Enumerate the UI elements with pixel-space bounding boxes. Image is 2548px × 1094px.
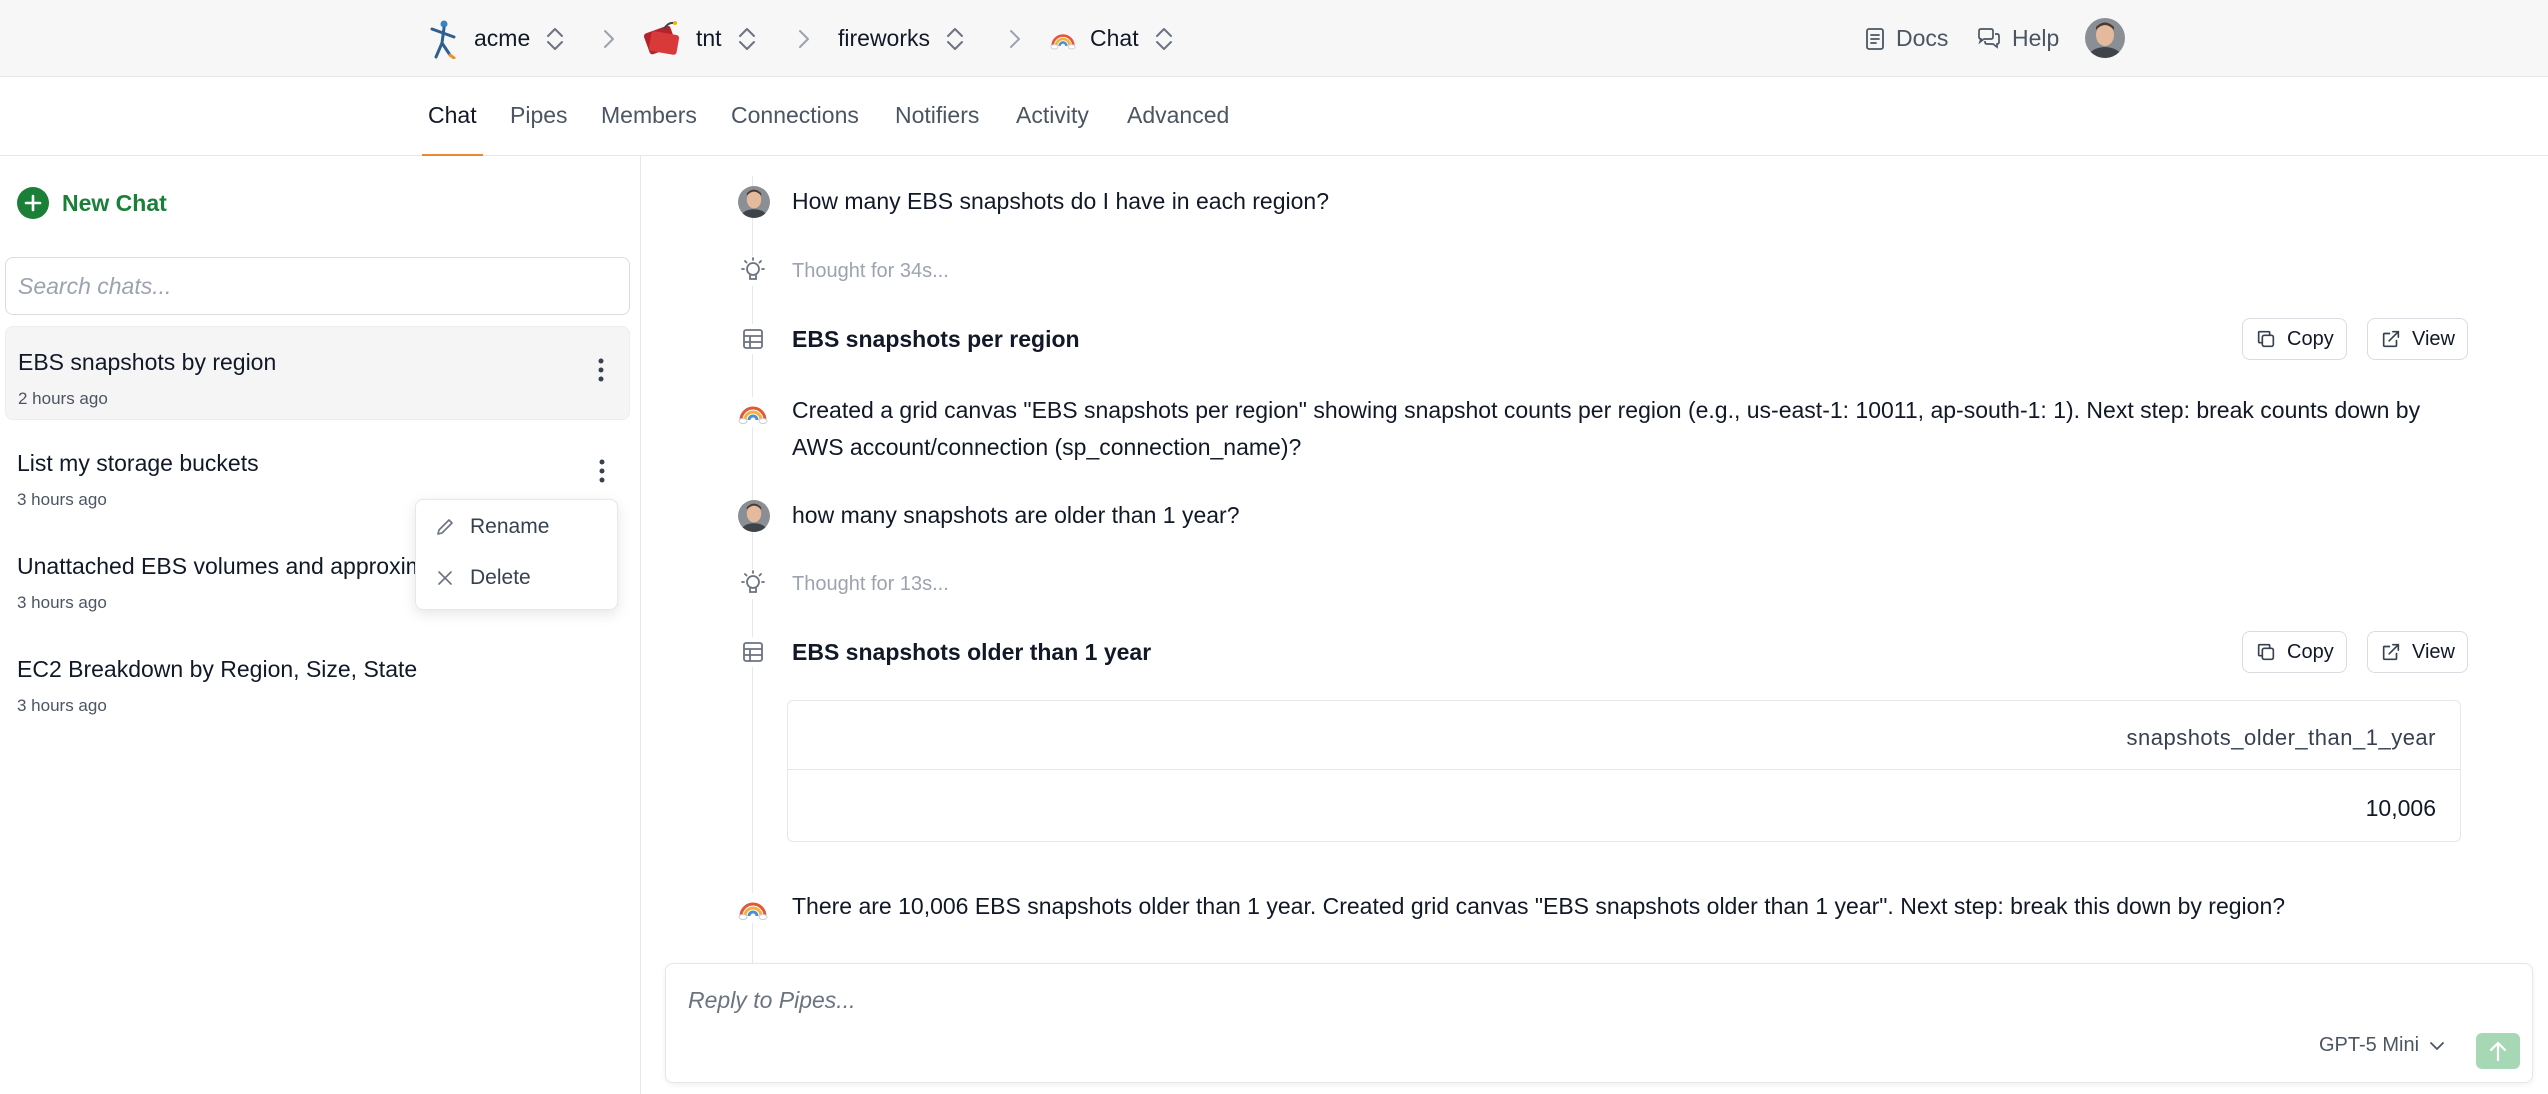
chat-timestamp: 3 hours ago [17,490,107,509]
plus-circle-icon [17,187,49,219]
chat-bubbles-icon [1978,27,2000,49]
help-label: Help [2012,25,2060,51]
new-chat-button[interactable]: New Chat [16,186,167,220]
chevron-right-icon [1000,24,1030,54]
chevron-right-icon [789,24,819,54]
view-button[interactable]: View [2367,631,2468,673]
chevron-up-down-icon[interactable] [736,26,758,52]
user-avatar[interactable] [2085,18,2125,58]
send-button[interactable] [2476,1033,2520,1069]
rainbow-icon [738,893,768,923]
copy-icon [2255,328,2277,350]
table-column-header[interactable]: snapshots_older_than_1_year [2126,725,2436,751]
table-icon [738,324,768,354]
delete-label: Delete [470,566,531,589]
copy-button[interactable]: Copy [2242,318,2347,360]
reply-box: GPT-5 Mini [665,963,2533,1083]
top-bar: acme tnt fireworks Chat Docs Help [0,0,2548,77]
copy-label: Copy [2287,327,2334,350]
chevron-up-down-icon[interactable] [1153,26,1175,52]
new-chat-label: New Chat [62,189,167,216]
external-link-icon [2380,641,2402,663]
arrow-up-icon [2489,1041,2507,1062]
rainbow-icon [1050,28,1076,50]
tab-chat[interactable]: Chat [422,77,483,157]
chat-list-item[interactable]: EC2 Breakdown by Region, Size, State 3 h… [5,634,630,728]
copy-label: Copy [2287,640,2334,663]
user-avatar [738,186,770,218]
chat-list-item[interactable]: EBS snapshots by region 2 hours ago [5,326,630,420]
search-chats-input[interactable] [5,257,630,315]
thought-text: Thought for 13s... [792,573,949,595]
copy-icon [2255,641,2277,663]
chevron-down-icon [2430,1041,2444,1050]
rename-label: Rename [470,515,550,538]
tab-bar: Chat Pipes Members Connections Notifiers… [0,77,2548,157]
chat-timestamp: 3 hours ago [17,696,107,715]
copy-button[interactable]: Copy [2242,631,2347,673]
lightbulb-icon [738,569,768,599]
delete-menu-item[interactable]: Delete [434,561,531,595]
chat-title: List my storage buckets [17,450,259,476]
close-icon [438,571,452,585]
canvas-title: EBS snapshots per region [792,326,1080,352]
message-line: AWS account/connection (sp_connection_na… [792,434,1302,460]
rainbow-icon [738,397,768,427]
breadcrumb-org[interactable]: acme [424,0,566,77]
chevron-right-icon [594,24,624,54]
view-label: View [2412,327,2455,350]
tab-connections[interactable]: Connections [731,77,859,156]
rename-menu-item[interactable]: Rename [434,510,549,544]
model-selector[interactable]: GPT-5 Mini [2319,1034,2447,1057]
table-cell: 10,006 [2365,795,2436,821]
message-text: How many EBS snapshots do I have in each… [792,188,1329,214]
message-line: Created a grid canvas "EBS snapshots per… [792,397,2421,423]
chat-thread: How many EBS snapshots do I have in each… [642,156,2548,1094]
more-options-icon[interactable] [595,355,607,385]
table-icon [738,637,768,667]
more-options-icon[interactable] [596,456,608,486]
chevron-up-down-icon[interactable] [944,26,966,52]
chat-title: EC2 Breakdown by Region, Size, State [17,656,418,682]
lightbulb-icon [738,256,768,286]
figure-logo-icon [430,20,456,59]
docs-link[interactable]: Docs [1864,0,1948,77]
breadcrumb-org-label: acme [474,25,531,51]
chat-context-menu: Rename Delete [415,499,618,610]
message-text: There are 10,006 EBS snapshots older tha… [792,893,2286,919]
thought-text: Thought for 34s... [792,260,949,282]
view-button[interactable]: View [2367,318,2468,360]
chat-timestamp: 2 hours ago [18,389,108,408]
chevron-up-down-icon[interactable] [544,26,566,52]
tab-activity[interactable]: Activity [1016,77,1089,156]
message-text: how many snapshots are older than 1 year… [792,502,1240,528]
breadcrumb-project-label: fireworks [838,25,931,51]
breadcrumb-workspace-label: tnt [696,25,722,51]
external-link-icon [2380,328,2402,350]
tab-advanced[interactable]: Advanced [1127,77,1229,156]
canvas-title: EBS snapshots older than 1 year [792,639,1152,665]
document-icon [1866,27,1884,50]
table-divider [788,769,2460,770]
tab-pipes[interactable]: Pipes [510,77,568,156]
tab-members[interactable]: Members [601,77,697,156]
chat-sidebar: New Chat EBS snapshots by region 2 hours… [0,156,641,1094]
reply-input[interactable] [688,982,2188,1018]
chat-timestamp: 3 hours ago [17,593,107,612]
breadcrumb-project[interactable]: fireworks [838,0,966,77]
model-label: GPT-5 Mini [2319,1034,2420,1056]
tab-notifiers[interactable]: Notifiers [895,77,979,156]
pencil-icon [437,519,453,535]
tnt-logo-icon [643,20,680,55]
result-table: snapshots_older_than_1_year 10,006 [787,700,2461,842]
breadcrumb-workspace[interactable]: tnt [642,0,758,77]
user-avatar [738,500,770,532]
view-label: View [2412,640,2455,663]
breadcrumb-page-label: Chat [1090,25,1139,51]
docs-label: Docs [1896,25,1949,51]
message-text: Created a grid canvas "EBS snapshots per… [792,392,2420,466]
chat-title: EBS snapshots by region [18,349,277,375]
help-link[interactable]: Help [1976,0,2059,77]
breadcrumb-page[interactable]: Chat [1050,0,1175,77]
